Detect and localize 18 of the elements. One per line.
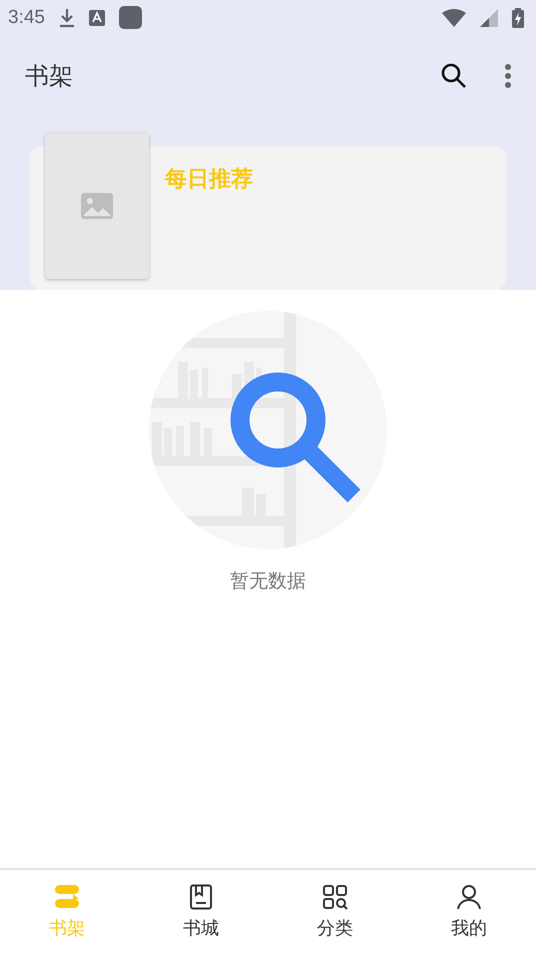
cell-signal-icon	[480, 8, 498, 27]
keyboard-app-icon	[88, 10, 105, 26]
card-title: 每日推荐	[165, 166, 253, 192]
book-stack-icon	[53, 884, 81, 910]
person-icon	[456, 884, 482, 910]
nav-tab[interactable]: 书城	[134, 870, 268, 954]
status-time: 3:45	[8, 6, 45, 29]
book-icon	[189, 884, 213, 910]
nav-tab[interactable]: 分类	[268, 870, 402, 954]
nav-tab[interactable]: 我的	[402, 870, 536, 954]
empty-message: 暂无数据	[230, 569, 306, 594]
image-icon	[80, 192, 114, 220]
app-notification-icon	[118, 6, 142, 30]
wifi-icon	[442, 8, 466, 27]
grid-search-icon	[322, 884, 348, 910]
download-icon	[58, 8, 75, 28]
page-title: 书架	[25, 61, 74, 92]
battery-charging-icon	[512, 8, 524, 28]
